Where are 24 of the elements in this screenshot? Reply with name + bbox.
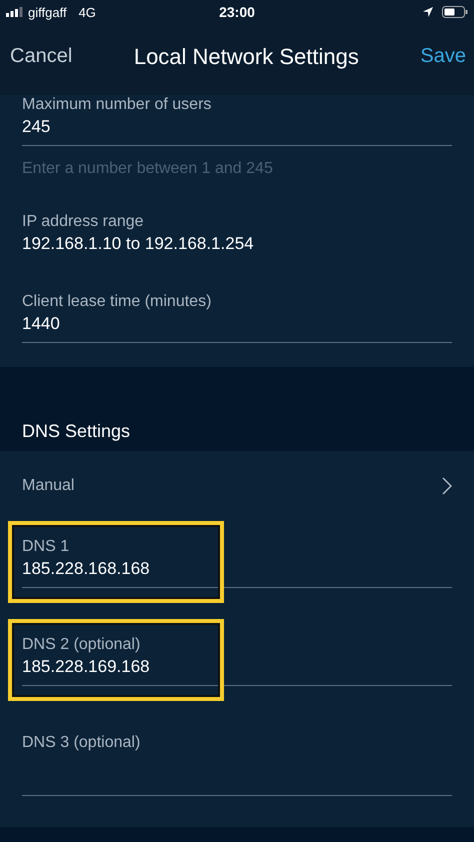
field-label: Maximum number of users <box>22 95 212 115</box>
screen-title: Local Network Settings <box>134 44 359 70</box>
network-type: 4G <box>78 4 96 20</box>
field-value[interactable]: 185.228.168.168 <box>22 557 452 581</box>
clock-time: 23:00 <box>219 4 255 20</box>
cancel-button[interactable]: Cancel <box>10 45 72 68</box>
save-button[interactable]: Save <box>420 45 466 68</box>
location-arrow-icon <box>422 6 434 18</box>
chevron-right-icon <box>442 477 452 495</box>
field-hint: Enter a number between 1 and 245 <box>22 160 274 178</box>
dns-mode-row[interactable]: Manual <box>0 451 474 521</box>
field-value[interactable]: 245 <box>22 115 452 139</box>
section-heading: DNS Settings <box>21 420 132 443</box>
field-label: DNS 3 (optional) <box>22 733 142 753</box>
signal-icon <box>6 7 24 17</box>
field-value: 192.168.1.10 to 192.168.1.254 <box>22 233 255 255</box>
carrier-name: giffgaff <box>28 4 67 20</box>
field-label: Client lease time (minutes) <box>22 292 212 312</box>
field-label: IP address range <box>22 212 145 232</box>
field-value[interactable]: 185.228.169.168 <box>22 655 452 679</box>
field-label: DNS 1 <box>22 537 70 557</box>
field-value[interactable]: 1440 <box>22 312 452 336</box>
battery-icon <box>442 6 468 18</box>
field-label: DNS 2 (optional) <box>22 635 142 655</box>
